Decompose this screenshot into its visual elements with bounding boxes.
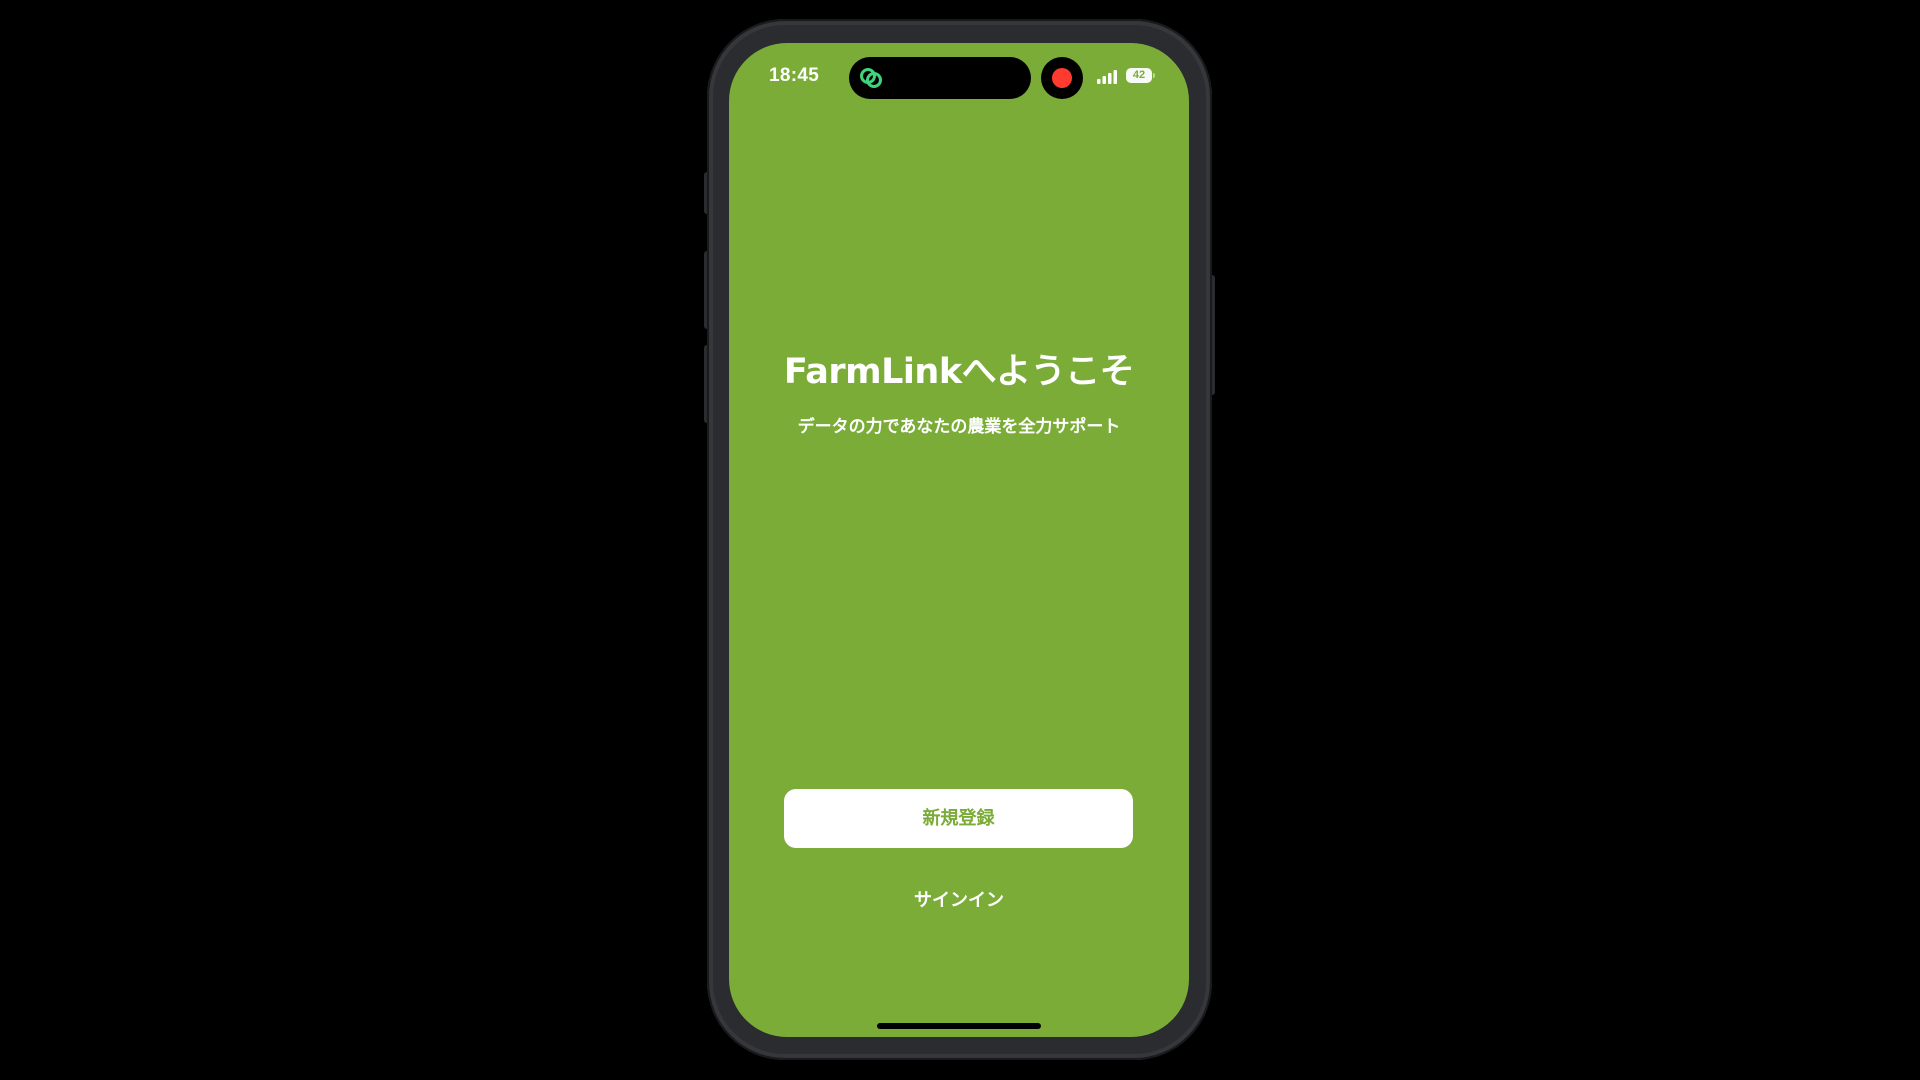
welcome-subtitle: データの力であなたの農業を全力サポート	[797, 417, 1121, 437]
status-time: 18:45	[769, 65, 820, 86]
dynamic-island[interactable]	[849, 57, 1031, 99]
app-screen: 18:45 42 FarmLinkへようこそ データの力であなたの農業を全力サポ…	[729, 43, 1189, 1037]
register-button[interactable]: 新規登録	[784, 789, 1133, 848]
battery-icon: 42	[1126, 68, 1156, 84]
battery-cap	[1153, 73, 1155, 78]
battery-level-text: 42	[1132, 69, 1146, 81]
cellular-signal-icon	[1097, 70, 1117, 84]
home-indicator[interactable]	[877, 1023, 1041, 1029]
desktop-background: 18:45 42 FarmLinkへようこそ データの力であなたの農業を全力サポ…	[0, 0, 1920, 1080]
recording-dot-icon	[1052, 68, 1072, 88]
welcome-title: FarmLinkへようこそ	[783, 352, 1135, 392]
signin-link[interactable]: サインイン	[729, 886, 1189, 912]
link-rings-icon	[860, 68, 882, 88]
recording-indicator[interactable]	[1041, 57, 1083, 99]
